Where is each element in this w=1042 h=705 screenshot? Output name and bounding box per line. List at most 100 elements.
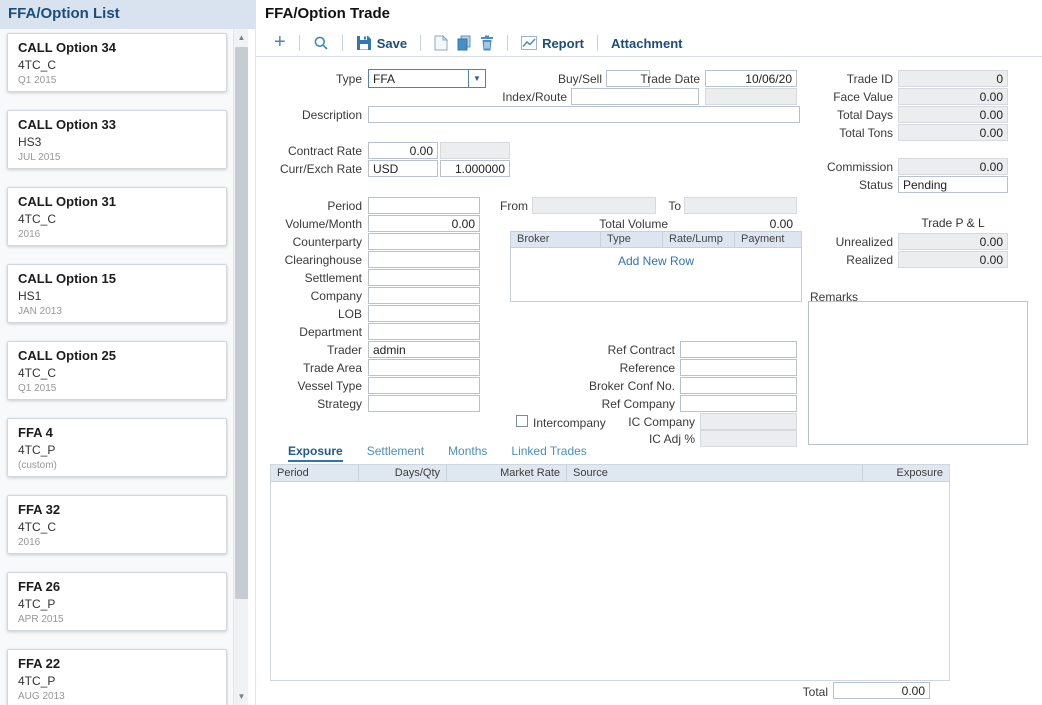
exposure-table: Period Days/Qty Market Rate Source Expos… — [270, 464, 950, 681]
broker-col-header: Broker — [511, 232, 601, 247]
exposure-col-header: Exposure — [863, 465, 949, 481]
trade-date-input[interactable] — [705, 70, 797, 87]
ic-company-label: IC Company — [606, 414, 695, 430]
period-input[interactable] — [368, 197, 480, 214]
search-button[interactable] — [313, 35, 329, 51]
curr-exch-rate-label: Curr/Exch Rate — [250, 161, 362, 177]
new-document-icon — [434, 35, 448, 51]
list-item[interactable]: CALL Option 15 HS1 JAN 2013 — [7, 264, 227, 323]
exposure-col-header: Source — [567, 465, 863, 481]
strategy-label: Strategy — [250, 396, 362, 412]
broker-col-header: Payment — [735, 232, 801, 247]
list-item[interactable]: FFA 32 4TC_C 2016 — [7, 495, 227, 554]
list-item-period: Q1 2015 — [18, 383, 216, 394]
list-item[interactable]: FFA 26 4TC_P APR 2015 — [7, 572, 227, 631]
volume-month-input[interactable] — [368, 215, 480, 232]
intercompany-checkbox[interactable] — [516, 415, 528, 427]
list-item-name: CALL Option 25 — [18, 348, 216, 363]
list-item[interactable]: CALL Option 34 4TC_C Q1 2015 — [7, 33, 227, 92]
remarks-textarea[interactable] — [808, 301, 1028, 445]
tab-settlement[interactable]: Settlement — [367, 444, 424, 462]
list-item-period: JUL 2015 — [18, 152, 216, 163]
add-button[interactable]: + — [274, 32, 286, 52]
list-item-sub: 4TC_C — [18, 520, 216, 534]
vessel-type-input[interactable] — [368, 377, 480, 394]
trade-id-field — [898, 70, 1008, 87]
exposure-col-header: Market Rate — [447, 465, 567, 481]
page-title: FFA/Option Trade — [265, 5, 390, 22]
new-document-button[interactable] — [434, 35, 448, 51]
ref-company-input[interactable] — [680, 395, 797, 412]
company-input[interactable] — [368, 287, 480, 304]
tab-exposure[interactable]: Exposure — [288, 444, 343, 462]
contract-rate-input[interactable] — [368, 142, 438, 159]
index-route-input[interactable] — [571, 88, 699, 105]
toolbar-separator — [597, 35, 598, 51]
total-days-label: Total Days — [800, 107, 893, 123]
department-input[interactable] — [368, 323, 480, 340]
strategy-input[interactable] — [368, 395, 480, 412]
broker-table: Broker Type Rate/Lump Payment Add New Ro… — [510, 231, 802, 302]
list-item[interactable]: CALL Option 31 4TC_C 2016 — [7, 187, 227, 246]
exposure-col-header: Period — [271, 465, 359, 481]
list-item-name: FFA 26 — [18, 579, 216, 594]
tab-linked-trades[interactable]: Linked Trades — [511, 444, 586, 462]
list-item-name: CALL Option 15 — [18, 271, 216, 286]
intercompany-label: Intercompany — [533, 415, 613, 431]
report-button[interactable]: Report — [521, 36, 584, 51]
scrollbar-thumb[interactable] — [235, 47, 248, 599]
trader-input[interactable] — [368, 341, 480, 358]
report-icon — [521, 36, 537, 50]
currency-input[interactable] — [368, 160, 438, 177]
trash-icon — [480, 35, 494, 51]
delete-button[interactable] — [480, 35, 494, 51]
clearinghouse-input[interactable] — [368, 251, 480, 268]
list-item[interactable]: CALL Option 33 HS3 JUL 2015 — [7, 110, 227, 169]
list-item-period: Q1 2015 — [18, 75, 216, 86]
list-item[interactable]: CALL Option 25 4TC_C Q1 2015 — [7, 341, 227, 400]
description-input[interactable] — [368, 106, 800, 123]
scroll-down-icon[interactable]: ▼ — [234, 688, 249, 705]
department-label: Department — [250, 324, 362, 340]
trade-area-input[interactable] — [368, 359, 480, 376]
list-item[interactable]: FFA 4 4TC_P (custom) — [7, 418, 227, 477]
ic-adj-field — [700, 430, 797, 447]
scroll-up-icon[interactable]: ▲ — [234, 29, 249, 46]
chevron-down-icon[interactable]: ▼ — [468, 70, 485, 87]
reference-label: Reference — [572, 360, 675, 376]
toolbar-separator — [420, 35, 421, 51]
trade-id-label: Trade ID — [800, 71, 893, 87]
from-field — [532, 197, 656, 214]
list-item-sub: HS1 — [18, 289, 216, 303]
buy-sell-label: Buy/Sell — [540, 71, 602, 87]
sidebar-scrollbar[interactable]: ▲ ▼ — [233, 29, 248, 705]
list-item[interactable]: FFA 22 4TC_P AUG 2013 — [7, 649, 227, 705]
broker-conf-no-input[interactable] — [680, 377, 797, 394]
add-new-row-link[interactable]: Add New Row — [511, 254, 801, 268]
total-field — [833, 682, 930, 699]
type-select-value: FFA — [369, 72, 468, 86]
status-field[interactable] — [898, 176, 1008, 193]
exch-rate-input[interactable] — [440, 160, 510, 177]
type-select[interactable]: FFA ▼ — [368, 69, 486, 88]
realized-label: Realized — [800, 252, 893, 268]
save-button[interactable]: Save — [356, 35, 407, 51]
ref-company-label: Ref Company — [572, 396, 675, 412]
trade-date-aux-field — [705, 88, 797, 105]
reference-input[interactable] — [680, 359, 797, 376]
list-item-period: 2016 — [18, 229, 216, 240]
tab-months[interactable]: Months — [448, 444, 487, 462]
clearinghouse-label: Clearinghouse — [250, 252, 362, 268]
save-label: Save — [377, 36, 407, 51]
list-item-period: (custom) — [18, 460, 216, 471]
to-field — [684, 197, 797, 214]
volume-month-label: Volume/Month — [250, 216, 362, 232]
ref-contract-input[interactable] — [680, 341, 797, 358]
copy-button[interactable] — [456, 35, 472, 51]
list-item-name: CALL Option 33 — [18, 117, 216, 132]
settlement-input[interactable] — [368, 269, 480, 286]
lob-input[interactable] — [368, 305, 480, 322]
counterparty-input[interactable] — [368, 233, 480, 250]
attachment-button[interactable]: Attachment — [611, 36, 683, 51]
to-label: To — [655, 198, 681, 214]
